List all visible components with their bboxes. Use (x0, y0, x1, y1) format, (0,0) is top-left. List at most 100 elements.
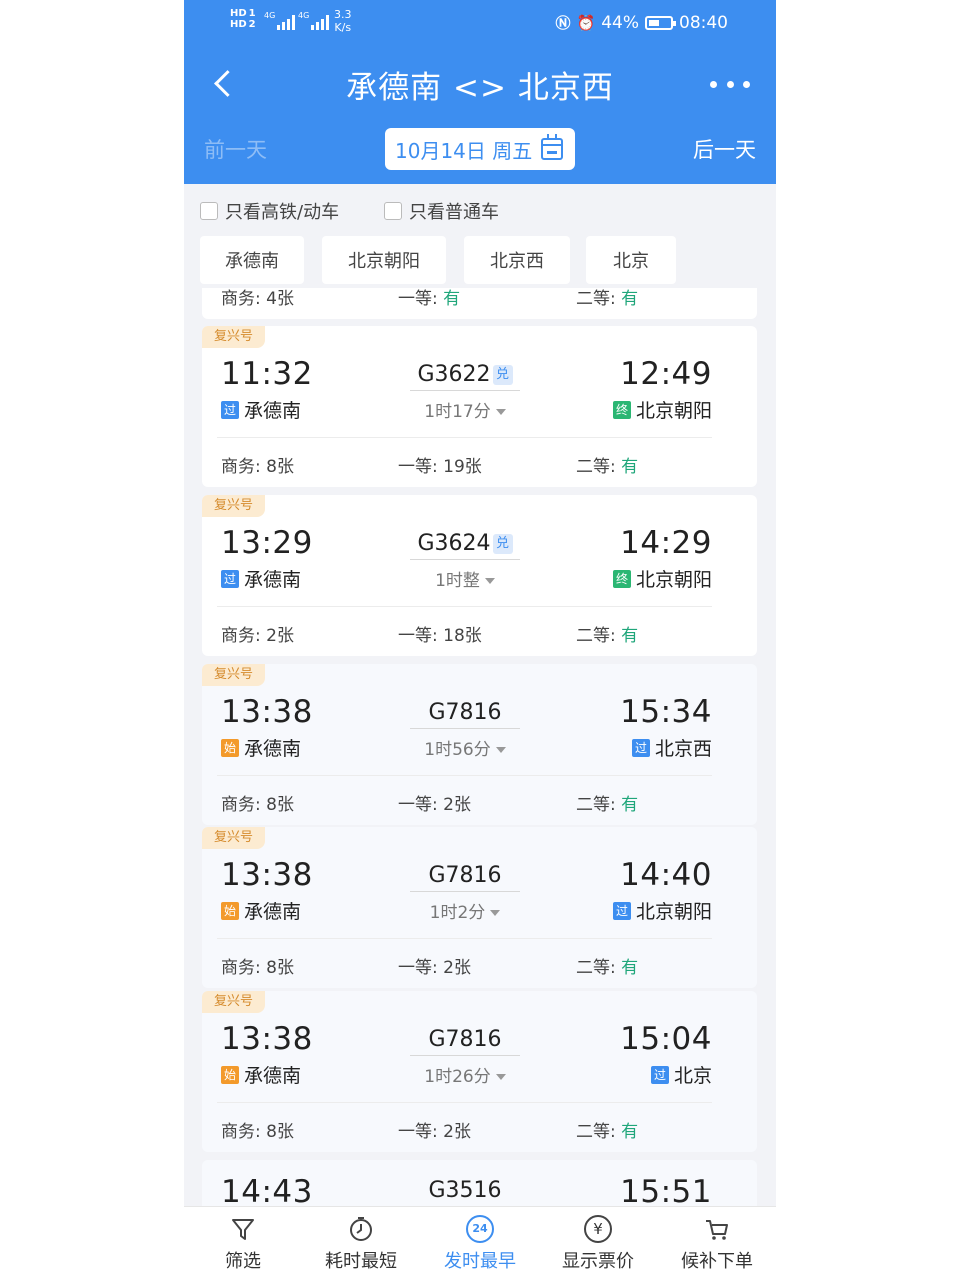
train-card[interactable]: 复兴号 13:38 始承德南 G7816 1时2分 14:40 过北京朝阳 商务… (202, 827, 757, 988)
pass-tag: 过 (631, 738, 650, 757)
train-number[interactable]: G7816 (410, 700, 520, 725)
tab-shortest[interactable]: 耗时最短 (302, 1207, 420, 1280)
train-line (410, 728, 520, 729)
first-class-seat: 一等: 2张 (398, 795, 471, 815)
pass-tag: 过 (650, 1065, 669, 1084)
train-card[interactable]: 14:43 G3516 15:51 (202, 1160, 757, 1206)
tab-show-price[interactable]: ¥ 显示票价 (539, 1207, 657, 1280)
train-line (410, 891, 520, 892)
next-day-button[interactable]: 后一天 (693, 134, 756, 164)
station-tab[interactable]: 承德南 (200, 236, 304, 284)
second-class-seat: 二等: 有 (576, 795, 639, 815)
date-label: 10月14日 周五 (395, 138, 533, 163)
cart-icon (706, 1220, 728, 1240)
high-speed-checkbox[interactable]: 只看高铁/动车 (200, 198, 339, 224)
train-number[interactable]: G7816 (410, 1027, 520, 1052)
arrival-time: 15:51 (620, 1174, 712, 1206)
hd-label: HD (230, 8, 247, 19)
train-type-badge: 复兴号 (202, 991, 266, 1013)
yuan-icon: ¥ (584, 1215, 612, 1243)
train-number[interactable]: G3622 兑 (410, 362, 520, 387)
hd-label: HD (230, 19, 247, 30)
station-tab[interactable]: 北京 (586, 236, 676, 284)
departure-station: 过承德南 (221, 565, 301, 592)
battery-icon (645, 15, 676, 30)
checkbox-icon (200, 202, 218, 220)
divider (217, 938, 712, 939)
train-type-badge: 复兴号 (202, 664, 266, 686)
duration[interactable]: 1时17分 (392, 397, 538, 422)
phone-screen: HD 1 HD 2 4G 4G 3.3 K/s Ⓝ ⏰ 44% 08:40 承德… (184, 0, 776, 1280)
departure-time: 13:38 (221, 857, 313, 893)
arrival-station: 终北京朝阳 (612, 396, 712, 423)
clock: 08:40 (679, 12, 728, 33)
exchange-badge: 兑 (492, 534, 513, 554)
train-type-badge: 复兴号 (202, 495, 266, 517)
station-tab[interactable]: 北京西 (464, 236, 570, 284)
origin-tag: 始 (221, 1065, 239, 1084)
pass-tag: 过 (612, 901, 631, 920)
date-picker[interactable]: 10月14日 周五 (385, 128, 575, 170)
departure-station: 始承德南 (221, 734, 301, 761)
tab-filter[interactable]: 筛选 (184, 1207, 302, 1280)
second-class-seat: 二等: 有 (576, 289, 639, 309)
first-class-seat: 一等: 2张 (398, 958, 471, 978)
arrival-time: 15:04 (620, 1021, 712, 1057)
header: HD 1 HD 2 4G 4G 3.3 K/s Ⓝ ⏰ 44% 08:40 承德… (184, 0, 776, 184)
train-number[interactable]: G3624 兑 (410, 531, 520, 556)
business-seat: 商务: 2张 (221, 626, 294, 646)
train-card[interactable]: 复兴号 13:29 过承德南 G3624 兑 1时整 14:29 终北京朝阳 商务… (202, 495, 757, 656)
tab-earliest[interactable]: 24 发时最早 (421, 1207, 539, 1280)
second-class-seat: 二等: 有 (576, 1122, 639, 1142)
business-seat: 商务: 8张 (221, 1122, 294, 1142)
duration[interactable]: 1时整 (392, 566, 538, 591)
train-number[interactable]: G3516 (410, 1178, 520, 1203)
arrival-time: 15:34 (620, 694, 712, 730)
divider (217, 1102, 712, 1103)
alarm-icon: ⏰ (576, 13, 596, 32)
more-icon[interactable] (710, 70, 750, 98)
filter-icon (232, 1219, 254, 1240)
tab-label: 候补下单 (681, 1251, 753, 1272)
train-card[interactable]: 复兴号 13:38 始承德南 G7816 1时26分 15:04 过北京 商务:… (202, 991, 757, 1152)
pass-tag: 过 (221, 569, 239, 588)
divider (217, 775, 712, 776)
departure-time: 14:43 (221, 1174, 313, 1206)
first-class-seat: 一等: 18张 (398, 626, 482, 646)
pass-tag: 过 (221, 400, 239, 419)
business-seat: 商务: 8张 (221, 457, 294, 477)
arrival-station: 终北京朝阳 (612, 565, 712, 592)
exchange-badge: 兑 (492, 365, 513, 385)
first-class-seat: 一等: 2张 (398, 1122, 471, 1142)
second-class-seat: 二等: 有 (576, 626, 639, 646)
origin-tag: 始 (221, 738, 239, 757)
train-number[interactable]: G7816 (410, 863, 520, 888)
sim-indicators: HD 1 HD 2 (230, 8, 256, 30)
business-seat: 商务: 4张 (221, 289, 294, 309)
train-card[interactable]: 商务: 4张 一等: 有 二等: 有 (202, 288, 757, 319)
normal-train-checkbox[interactable]: 只看普通车 (384, 198, 499, 224)
duration[interactable]: 1时2分 (392, 898, 538, 923)
duration[interactable]: 1时56分 (392, 735, 538, 760)
departure-station: 始承德南 (221, 1061, 301, 1088)
arrival-time: 12:49 (620, 356, 712, 392)
train-card[interactable]: 复兴号 11:32 过承德南 G3622 兑 1时17分 12:49 终北京朝阳 … (202, 326, 757, 487)
station-tab[interactable]: 北京朝阳 (322, 236, 446, 284)
departure-time: 13:38 (221, 1021, 313, 1057)
arrival-time: 14:29 (620, 525, 712, 561)
train-line (410, 559, 520, 560)
train-list[interactable]: 商务: 4张 一等: 有 二等: 有 复兴号 11:32 过承德南 G3622 兑… (184, 288, 776, 1206)
clock-24-icon: 24 (466, 1215, 494, 1243)
duration[interactable]: 1时26分 (392, 1062, 538, 1087)
prev-day-button[interactable]: 前一天 (204, 134, 267, 164)
checkbox-icon (384, 202, 402, 220)
tab-waitlist[interactable]: 候补下单 (658, 1207, 776, 1280)
checkbox-label: 只看高铁/动车 (225, 202, 340, 223)
origin-tag: 始 (221, 901, 239, 920)
status-bar: HD 1 HD 2 4G 4G 3.3 K/s Ⓝ ⏰ 44% 08:40 (184, 0, 776, 46)
first-class-seat: 一等: 19张 (398, 457, 482, 477)
train-card[interactable]: 复兴号 13:38 始承德南 G7816 1时56分 15:34 过北京西 商务… (202, 664, 757, 825)
departure-time: 13:38 (221, 694, 313, 730)
nav-bar: 承德南 <> 北京西 (184, 56, 776, 112)
train-type-badge: 复兴号 (202, 326, 266, 348)
